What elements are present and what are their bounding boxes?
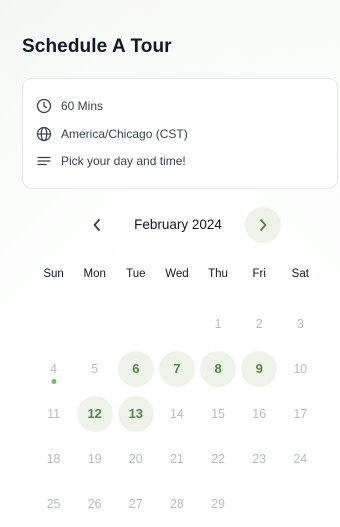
weekday-sun: Sun [43,268,64,280]
day-number: 14 [169,406,184,421]
day-number: 24 [293,451,308,466]
weekday-sat: Sat [291,268,309,280]
day-number: 27 [128,496,143,511]
day-16: 16 [239,391,280,436]
day-number: 5 [91,361,99,376]
day-number: 3 [296,316,304,331]
day-15: 15 [198,391,239,436]
day-number: 22 [211,451,226,466]
day-number: 10 [293,361,308,376]
clock-icon [36,98,52,114]
chevron-right-icon [260,219,267,231]
day-number: 2 [255,316,263,331]
day-25: 25 [33,481,74,526]
calendar-grid: 1 2 3 4 5 6 7 8 9 10 11 12 13 14 15 16 17 18 19 20 21 22 23 24 2… [33,301,321,526]
day-number: 20 [128,451,143,466]
day-number: 18 [46,451,61,466]
duration-row: 60 Mins [36,96,103,116]
weekday-thu: Thu [208,268,228,280]
day-5: 5 [74,346,115,391]
day-21: 21 [156,436,197,481]
timezone-row: America/Chicago (CST) [36,124,188,144]
day-19: 19 [74,436,115,481]
day-26: 26 [74,481,115,526]
day-24: 24 [280,436,321,481]
day-17: 17 [280,391,321,436]
weekday-fri: Fri [252,268,266,280]
instruction-row: Pick your day and time! [36,151,186,171]
text-lines-icon [37,156,51,166]
day-6-available[interactable]: 6 [115,346,156,391]
day-7-available[interactable]: 7 [156,346,197,391]
day-11: 11 [33,391,74,436]
day-14: 14 [156,391,197,436]
day-3: 3 [280,301,321,346]
day-10: 10 [280,346,321,391]
day-number: 12 [87,406,102,421]
weekday-wed: Wed [165,268,189,280]
day-number: 25 [46,496,61,511]
day-number: 21 [169,451,184,466]
timezone-text: America/Chicago (CST) [61,127,188,141]
day-number: 16 [252,406,267,421]
day-number: 11 [47,406,61,421]
day-number: 7 [173,361,181,376]
day-12-available[interactable]: 12 [74,391,115,436]
day-13-available[interactable]: 13 [115,391,156,436]
day-number: 28 [169,496,184,511]
day-number: 29 [211,496,226,511]
day-number: 15 [211,406,226,421]
day-9-available[interactable]: 9 [239,346,280,391]
day-number: 13 [128,406,144,421]
chevron-left-icon [93,219,100,231]
day-2: 2 [239,301,280,346]
weekday-header: Sun Mon Tue Wed Thu Fri Sat [33,268,321,280]
day-number: 23 [252,451,267,466]
page-title: Schedule A Tour [22,36,172,57]
day-number: 4 [50,361,58,376]
day-23: 23 [239,436,280,481]
day-18: 18 [33,436,74,481]
today-indicator-dot [51,379,57,384]
day-29: 29 [198,481,239,526]
day-number: 17 [293,406,308,421]
weekday-mon: Mon [83,268,106,280]
day-number: 6 [132,361,140,376]
day-28: 28 [156,481,197,526]
tour-info-card: 60 Mins America/Chicago (CST) Pick your … [22,78,338,189]
globe-icon [36,126,52,142]
day-number: 8 [214,361,222,376]
instruction-text: Pick your day and time! [61,154,186,168]
day-22: 22 [198,436,239,481]
next-month-button[interactable] [245,207,281,243]
day-1: 1 [198,301,239,346]
month-label: February 2024 [134,217,222,232]
month-navigation: February 2024 [0,206,340,244]
day-8-available[interactable]: 8 [198,346,239,391]
previous-month-button[interactable] [80,208,114,242]
day-number: 26 [87,496,102,511]
day-4: 4 [33,346,74,391]
duration-text: 60 Mins [61,99,104,113]
day-number: 19 [87,451,102,466]
day-27: 27 [115,481,156,526]
schedule-panel: Schedule A Tour 60 Mins America/Chicago … [0,0,340,527]
day-number: 9 [255,361,263,376]
day-20: 20 [115,436,156,481]
weekday-tue: Tue [126,268,146,280]
day-number: 1 [214,316,222,331]
